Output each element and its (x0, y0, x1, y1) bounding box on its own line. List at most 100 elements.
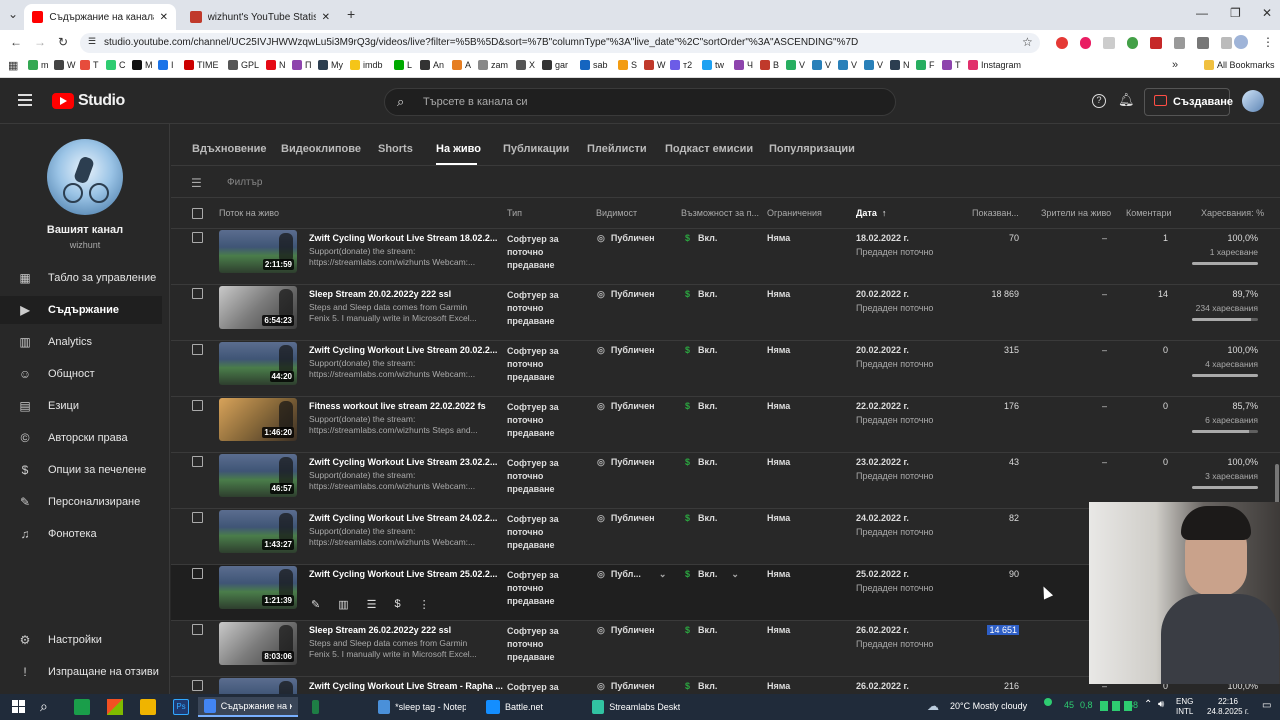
video-thumbnail[interactable] (219, 678, 297, 694)
studio-logo-text[interactable]: Studio (78, 92, 125, 110)
row-checkbox[interactable] (192, 400, 203, 411)
new-tab-icon[interactable]: + (347, 6, 355, 22)
browser-tab-studio[interactable]: Съдържание на канала - YouT ✕ (24, 4, 176, 30)
taskbar-item-4[interactable]: Streamlabs Desktop (586, 697, 686, 717)
row-checkbox[interactable] (192, 456, 203, 467)
filter-input[interactable]: Филтър (227, 177, 262, 188)
volume-icon[interactable]: 🔊︎ (1158, 699, 1164, 710)
tab-close-icon[interactable]: ✕ (322, 12, 330, 23)
restore-icon[interactable]: ❐ (1230, 6, 1241, 20)
youtube-logo-icon[interactable] (52, 93, 74, 109)
bookmark-item[interactable]: T (80, 60, 99, 70)
bookmark-item[interactable]: An (420, 60, 444, 70)
video-thumbnail[interactable]: 44:20 (219, 342, 297, 385)
sidebar-item-4[interactable]: ▤ Езици (0, 392, 162, 420)
extension-icon[interactable] (1056, 37, 1068, 49)
video-title[interactable]: Zwift Cycling Workout Live Stream 20.02.… (309, 345, 497, 355)
bookmark-item[interactable]: M (132, 60, 153, 70)
extension-icon[interactable] (1173, 37, 1185, 49)
bookmark-item[interactable]: GPL (228, 60, 259, 70)
tray-chevron-icon[interactable]: ⌃ (1144, 699, 1152, 710)
row-checkbox[interactable] (192, 680, 203, 691)
col-likes[interactable]: Харесвания: % (1201, 208, 1264, 218)
table-row[interactable]: 1:46:20 Fitness workout live stream 22.02… (171, 397, 1280, 453)
video-thumbnail[interactable]: 1:43:27 (219, 510, 297, 553)
sidebar-item-0[interactable]: ▦ Табло за управление (0, 264, 162, 292)
taskbar-item-2[interactable]: *sleep tag - Notepad (372, 697, 472, 717)
back-icon[interactable]: ← (10, 35, 22, 49)
taskbar-item-0[interactable]: Съдържание на ка... (198, 697, 298, 717)
bookmark-item[interactable]: m (28, 60, 49, 70)
bookmark-item[interactable]: N (890, 60, 910, 70)
sidebar-item-6[interactable]: $ Опции за печелене (0, 456, 162, 484)
bookmark-item[interactable]: W (54, 60, 76, 70)
row-checkbox[interactable] (192, 568, 203, 579)
sidebar-bottom-item-1[interactable]: ! Изпращане на отзиви (0, 658, 162, 686)
bookmark-item[interactable]: т2 (670, 60, 692, 70)
sidepanel-icon[interactable] (1220, 37, 1232, 49)
tray-status-icon[interactable] (1044, 698, 1052, 706)
bookmark-item[interactable]: F (916, 60, 935, 70)
clock[interactable]: 22:16 24.8.2025 г. (1206, 697, 1250, 717)
all-bookmarks[interactable]: All Bookmarks (1204, 60, 1275, 70)
col-monetization[interactable]: Възможност за п... (681, 208, 759, 218)
site-info-icon[interactable]: ☰ (88, 36, 96, 47)
video-thumbnail[interactable]: 46:57 (219, 454, 297, 497)
chevron-down-icon[interactable]: ⌄ (731, 569, 739, 579)
content-tab-1[interactable]: Видеоклипове (281, 143, 361, 155)
create-button[interactable]: Създаване (1144, 88, 1233, 116)
sidebar-item-5[interactable]: © Авторски права (0, 424, 162, 452)
taskbar-item-3[interactable]: Battle.net (480, 697, 576, 717)
taskbar-photoshop-icon[interactable]: Ps (173, 699, 189, 715)
content-tab-6[interactable]: Подкаст емисии (665, 143, 753, 155)
bookmark-item[interactable]: gar (542, 60, 568, 70)
video-thumbnail[interactable]: 8:03:06 (219, 622, 297, 665)
bookmark-item[interactable]: Ч (734, 60, 753, 70)
profile-avatar[interactable] (1234, 35, 1248, 49)
bookmark-item[interactable]: I (158, 60, 174, 70)
col-live-viewers[interactable]: Зрители на живо (1041, 208, 1111, 218)
bookmark-item[interactable]: C (106, 60, 126, 70)
video-thumbnail[interactable]: 6:54:23 (219, 286, 297, 329)
bookmark-item[interactable]: S (618, 60, 637, 70)
bookmark-item[interactable]: zam (478, 60, 508, 70)
reload-icon[interactable]: ↻ (58, 35, 68, 49)
sidebar-item-1[interactable]: ▶ Съдържание (0, 296, 162, 324)
col-date[interactable]: Дата ↑ (856, 208, 886, 218)
content-tab-3[interactable]: На живо (436, 143, 481, 155)
table-row[interactable]: 46:57 Zwift Cycling Workout Live Stream 2… (171, 453, 1280, 509)
bookmark-item[interactable]: sab (580, 60, 608, 70)
row-checkbox[interactable] (192, 344, 203, 355)
bookmark-item[interactable]: X (516, 60, 535, 70)
bookmark-item[interactable]: A (452, 60, 471, 70)
sidebar-item-7[interactable]: ✎ Персонализиране (0, 488, 162, 516)
sidebar-item-2[interactable]: ▥ Analytics (0, 328, 162, 356)
bookmark-item[interactable]: T (942, 60, 961, 70)
col-visibility[interactable]: Видимост (596, 208, 637, 218)
bookmark-item[interactable]: N (266, 60, 286, 70)
row-checkbox[interactable] (192, 232, 203, 243)
chevron-down-icon[interactable]: ⌄ (659, 569, 667, 579)
bookmark-item[interactable]: V (838, 60, 857, 70)
bookmark-item[interactable]: tw (702, 60, 724, 70)
tab-close-icon[interactable]: ✕ (160, 12, 168, 23)
sidebar-bottom-item-0[interactable]: ⚙ Настройки (0, 626, 162, 654)
edit-pencil-icon[interactable]: ✎ (311, 598, 320, 611)
analytics-icon[interactable]: ▥ (338, 598, 348, 611)
video-thumbnail[interactable]: 2:11:59 (219, 230, 297, 273)
bookmark-item[interactable]: V (786, 60, 805, 70)
bookmark-item[interactable]: TIME (184, 60, 219, 70)
hamburger-menu-icon[interactable] (18, 94, 32, 106)
taskbar-search-icon[interactable]: ⌕ (40, 698, 48, 715)
notifications-bell-icon[interactable]: 🔔︎ (1118, 92, 1135, 108)
browser-menu-icon[interactable]: ⋮ (1262, 35, 1274, 49)
minimize-icon[interactable]: — (1196, 6, 1208, 20)
notification-center-icon[interactable]: ▭ (1262, 700, 1271, 711)
extension-icon[interactable] (1079, 37, 1091, 49)
content-tab-4[interactable]: Публикации (503, 143, 569, 155)
browser-tab-statistics[interactable]: wizhunt's YouTube Statistics - S ✕ (182, 4, 338, 30)
extension-icon[interactable] (1150, 37, 1162, 49)
col-restrictions[interactable]: Ограничения (767, 208, 822, 218)
video-title[interactable]: Zwift Cycling Workout Live Stream 23.02.… (309, 457, 497, 467)
table-row[interactable]: 2:11:59 Zwift Cycling Workout Live Stream… (171, 229, 1280, 285)
